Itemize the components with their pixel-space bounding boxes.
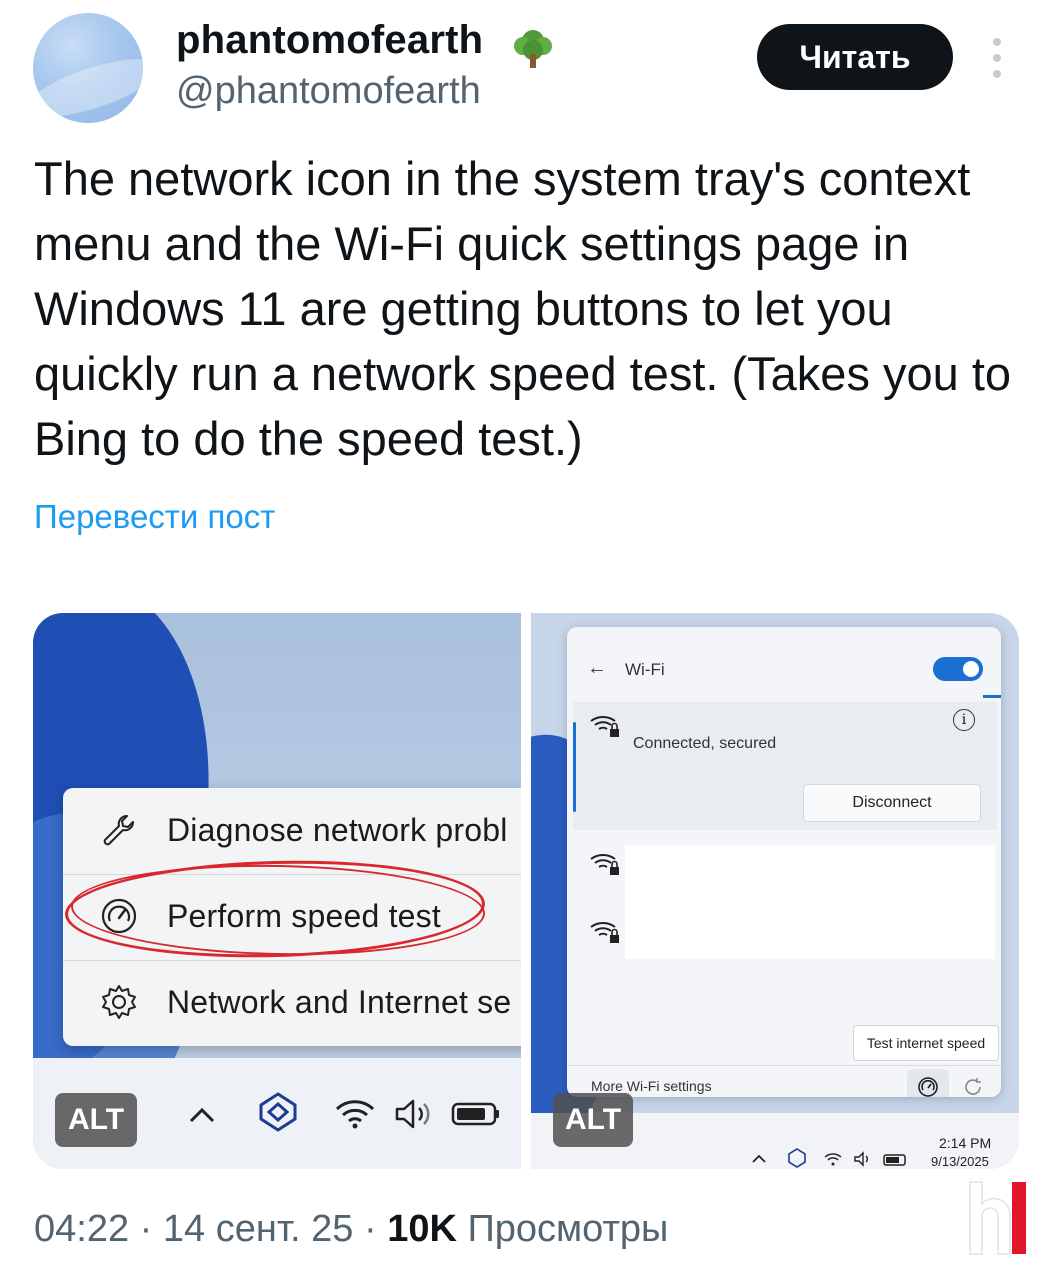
- volume-icon: [395, 1099, 430, 1129]
- accent-line: [983, 695, 1001, 698]
- refresh-icon[interactable]: [959, 1073, 987, 1097]
- menu-item-network-settings: Network and Internet se: [63, 960, 521, 1044]
- selection-indicator: [573, 722, 576, 812]
- panel-title: Wi-Fi: [625, 660, 665, 679]
- meta-separator: ·: [139, 1208, 153, 1250]
- clock-time: 2:14 PM: [939, 1135, 992, 1151]
- secured-wifi-icon[interactable]: [589, 917, 621, 945]
- author-display-name[interactable]: phantomofearth: [176, 18, 483, 63]
- menu-item-label: Diagnose network probl: [167, 811, 508, 848]
- views-label: Просмотры: [467, 1208, 669, 1250]
- connection-status: Connected, secured: [633, 735, 777, 752]
- battery-icon: [883, 1154, 906, 1166]
- battery-icon: [451, 1102, 499, 1126]
- meta-separator: ·: [363, 1208, 377, 1250]
- disconnect-button[interactable]: Disconnect: [803, 784, 981, 822]
- translate-post-link[interactable]: Перевести пост: [34, 498, 275, 536]
- copilot-icon: [259, 1092, 297, 1132]
- gear-icon: [102, 985, 136, 1019]
- menu-item-label: Network and Internet se: [167, 983, 512, 1020]
- post-media[interactable]: Diagnose network probl Perform speed tes…: [33, 613, 1019, 1169]
- alt-text-badge[interactable]: ALT: [553, 1093, 633, 1147]
- watermark-logo: [969, 1181, 1026, 1255]
- more-wifi-settings-link[interactable]: More Wi-Fi settings: [591, 1078, 712, 1094]
- clock-date: 9/13/2025: [931, 1154, 989, 1169]
- redacted-network-list: [625, 845, 995, 959]
- media-image-wifi-panel[interactable]: ← Wi-Fi Connected, secured i Disconnect: [531, 613, 1019, 1169]
- author-handle[interactable]: @phantomofearth: [176, 70, 481, 113]
- post-text: The network icon in the system tray's co…: [34, 152, 1012, 465]
- chevron-up-icon: [752, 1154, 766, 1163]
- speed-test-tooltip: Test internet speed: [853, 1025, 999, 1061]
- secured-wifi-icon[interactable]: [589, 849, 621, 877]
- menu-item-diagnose: Diagnose network probl: [63, 788, 521, 872]
- post-date[interactable]: 14 сент. 25: [163, 1208, 354, 1250]
- more-options-icon[interactable]: [988, 38, 1006, 78]
- wifi-icon: [335, 1100, 375, 1129]
- speedometer-icon: [918, 1077, 938, 1097]
- copilot-icon: [788, 1148, 806, 1168]
- secured-wifi-icon: [590, 716, 619, 737]
- wifi-icon: [824, 1153, 842, 1166]
- chevron-up-icon: [189, 1107, 215, 1123]
- post-time[interactable]: 04:22: [34, 1208, 129, 1250]
- follow-button[interactable]: Читать: [757, 24, 953, 90]
- wrench-icon: [103, 815, 134, 846]
- speed-test-button[interactable]: [907, 1069, 949, 1097]
- author-avatar[interactable]: [33, 13, 143, 123]
- back-arrow-icon[interactable]: ←: [587, 657, 607, 680]
- post-meta: 04:22 · 14 сент. 25 · 10K Просмотры: [34, 1208, 668, 1251]
- media-image-context-menu[interactable]: Diagnose network probl Perform speed tes…: [33, 613, 521, 1169]
- alt-text-badge[interactable]: ALT: [55, 1093, 137, 1147]
- views-count: 10K: [387, 1208, 457, 1250]
- wifi-quick-settings-panel: ← Wi-Fi Connected, secured i Disconnect: [567, 627, 1001, 1097]
- tree-emoji-icon: [514, 30, 552, 68]
- volume-icon: [854, 1151, 868, 1167]
- info-icon[interactable]: i: [953, 709, 975, 731]
- footer-divider: [567, 1065, 1001, 1066]
- wifi-toggle[interactable]: [933, 657, 983, 681]
